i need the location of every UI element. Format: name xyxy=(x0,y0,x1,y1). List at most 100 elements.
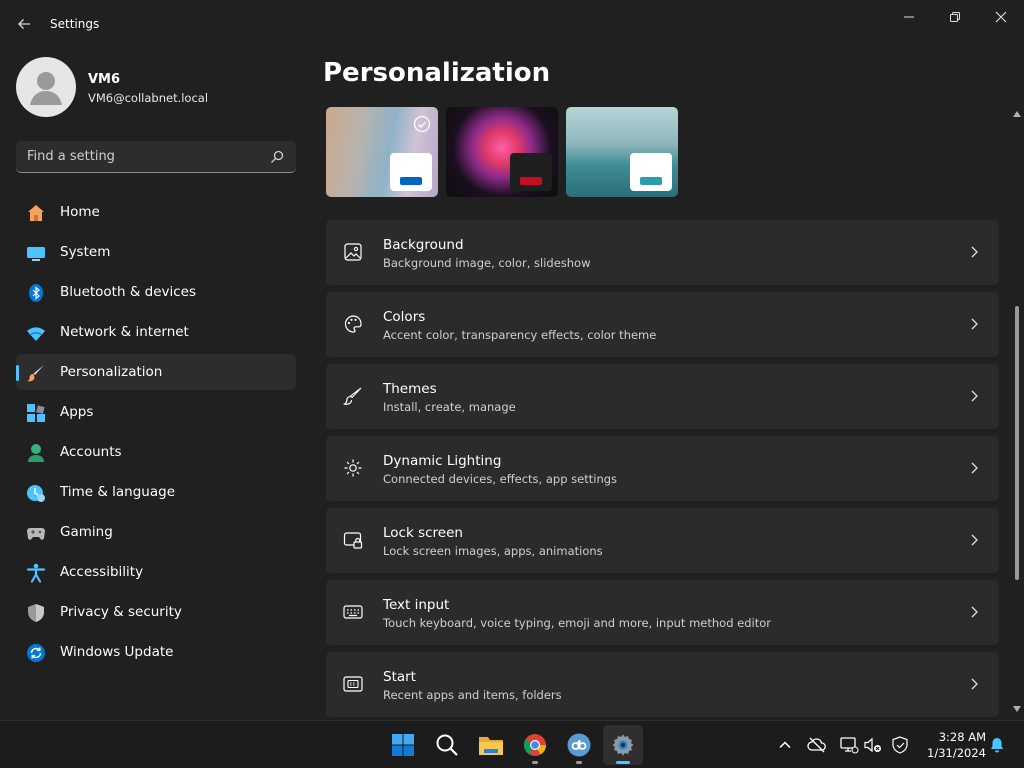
theme-preview-window xyxy=(510,153,552,191)
chevron-right-icon xyxy=(971,534,978,546)
sidebar-item-time-language[interactable]: Time & language xyxy=(16,474,296,510)
sidebar-item-system[interactable]: System xyxy=(16,234,296,270)
card-description: Background image, color, slideshow xyxy=(383,256,591,270)
card-description: Install, create, manage xyxy=(383,400,516,414)
taskbar-chrome[interactable] xyxy=(515,725,555,765)
network-icon xyxy=(26,323,46,343)
scroll-down-icon[interactable] xyxy=(1013,705,1021,713)
theme-tile-lake[interactable] xyxy=(566,107,678,197)
scrollbar[interactable] xyxy=(1010,108,1024,720)
windows-start-icon xyxy=(392,734,414,756)
volume-muted-icon xyxy=(864,737,881,753)
sidebar-item-label: Accessibility xyxy=(60,564,144,580)
running-indicator xyxy=(616,761,630,764)
card-lock-screen[interactable]: Lock screen Lock screen images, apps, an… xyxy=(326,508,999,573)
sidebar-item-personalization[interactable]: Personalization xyxy=(16,354,296,390)
cloud-offline-icon xyxy=(807,737,826,753)
taskbar-search-button[interactable] xyxy=(427,725,467,765)
sidebar-item-label: Accounts xyxy=(60,444,122,460)
card-text-input[interactable]: Text input Touch keyboard, voice typing,… xyxy=(326,580,999,645)
sidebar-item-apps[interactable]: Apps xyxy=(16,394,296,430)
window-title: Settings xyxy=(50,17,100,31)
sidebar-item-accessibility[interactable]: Accessibility xyxy=(16,554,296,590)
card-description: Connected devices, effects, app settings xyxy=(383,472,618,486)
card-description: Accent color, transparency effects, colo… xyxy=(383,328,657,342)
scroll-thumb[interactable] xyxy=(1015,306,1019,580)
tray-onedrive[interactable] xyxy=(807,735,827,755)
sidebar-item-network[interactable]: Network & internet xyxy=(16,314,296,350)
card-themes[interactable]: Themes Install, create, manage xyxy=(326,364,999,429)
bluetooth-icon xyxy=(26,283,46,303)
notification-button[interactable] xyxy=(987,735,1007,755)
back-button[interactable] xyxy=(12,12,36,36)
close-button[interactable] xyxy=(981,4,1021,30)
sidebar-item-privacy-security[interactable]: Privacy & security xyxy=(16,594,296,630)
lighting-icon xyxy=(342,457,364,479)
card-start[interactable]: Start Recent apps and items, folders xyxy=(326,652,999,717)
theme-tile-bloom[interactable] xyxy=(446,107,558,197)
user-profile[interactable]: VM6 VM6@collabnet.local xyxy=(16,57,296,117)
chevron-right-icon xyxy=(971,318,978,330)
card-title: Colors xyxy=(383,309,426,325)
theme-preview-window xyxy=(390,153,432,191)
brush-icon xyxy=(342,385,364,407)
close-icon xyxy=(995,11,1007,23)
taskbar-qbittorrent[interactable] xyxy=(559,725,599,765)
sidebar-nav: Home System Bluetooth & devices Network … xyxy=(16,194,296,674)
sidebar-item-label: System xyxy=(60,244,111,260)
tray-network[interactable] xyxy=(839,735,859,755)
sidebar-item-home[interactable]: Home xyxy=(16,194,296,230)
minimize-button[interactable] xyxy=(889,4,929,30)
card-colors[interactable]: Colors Accent color, transparency effect… xyxy=(326,292,999,357)
card-title: Text input xyxy=(383,597,450,613)
sidebar-item-gaming[interactable]: Gaming xyxy=(16,514,296,550)
accessibility-icon xyxy=(26,563,46,583)
chevron-right-icon xyxy=(971,678,978,690)
avatar xyxy=(16,57,76,117)
card-background[interactable]: Background Background image, color, slid… xyxy=(326,220,999,285)
running-indicator xyxy=(532,761,538,764)
theme-accent-swatch xyxy=(640,177,662,185)
sidebar-item-label: Gaming xyxy=(60,524,113,540)
sidebar-item-label: Time & language xyxy=(60,484,176,500)
tray-volume[interactable] xyxy=(863,735,883,755)
taskbar-settings[interactable] xyxy=(603,725,643,765)
show-hidden-icons-button[interactable] xyxy=(775,735,795,755)
sidebar-item-label: Home xyxy=(60,204,100,220)
scroll-up-icon[interactable] xyxy=(1013,110,1021,118)
update-icon xyxy=(26,643,46,663)
card-title: Themes xyxy=(383,381,437,397)
search-icon xyxy=(436,734,458,756)
network-disconnected-icon xyxy=(840,737,859,754)
chevron-right-icon xyxy=(971,606,978,618)
clock-date: 1/31/2024 xyxy=(927,746,986,760)
sidebar-item-windows-update[interactable]: Windows Update xyxy=(16,634,296,670)
search-box xyxy=(16,141,296,173)
file-explorer-icon xyxy=(479,737,503,755)
arrow-left-icon xyxy=(18,19,30,29)
sidebar-item-accounts[interactable]: Accounts xyxy=(16,434,296,470)
sidebar-item-bluetooth[interactable]: Bluetooth & devices xyxy=(16,274,296,310)
qbittorrent-icon xyxy=(567,733,591,757)
page-title: Personalization xyxy=(323,58,551,88)
shield-icon xyxy=(26,603,46,623)
theme-tile-beach[interactable] xyxy=(326,107,438,197)
brush-icon xyxy=(26,363,46,383)
settings-cards: Background Background image, color, slid… xyxy=(326,220,999,724)
bell-icon xyxy=(991,738,1003,753)
card-dynamic-lighting[interactable]: Dynamic Lighting Connected devices, effe… xyxy=(326,436,999,501)
taskbar-start-button[interactable] xyxy=(383,725,423,765)
start-icon xyxy=(342,673,364,695)
tray-security[interactable] xyxy=(890,735,910,755)
restore-button[interactable] xyxy=(935,4,975,30)
selected-theme-icon xyxy=(413,115,431,133)
sidebar-item-label: Windows Update xyxy=(60,644,174,660)
image-icon xyxy=(342,241,364,263)
taskbar-file-explorer[interactable] xyxy=(471,725,511,765)
search-icon[interactable] xyxy=(269,149,285,165)
theme-preview-window xyxy=(630,153,672,191)
sidebar-item-label: Privacy & security xyxy=(60,604,182,620)
card-title: Start xyxy=(383,669,416,685)
search-input[interactable] xyxy=(16,141,256,172)
taskbar-clock[interactable]: 3:28 AM 1/31/2024 xyxy=(916,729,986,761)
